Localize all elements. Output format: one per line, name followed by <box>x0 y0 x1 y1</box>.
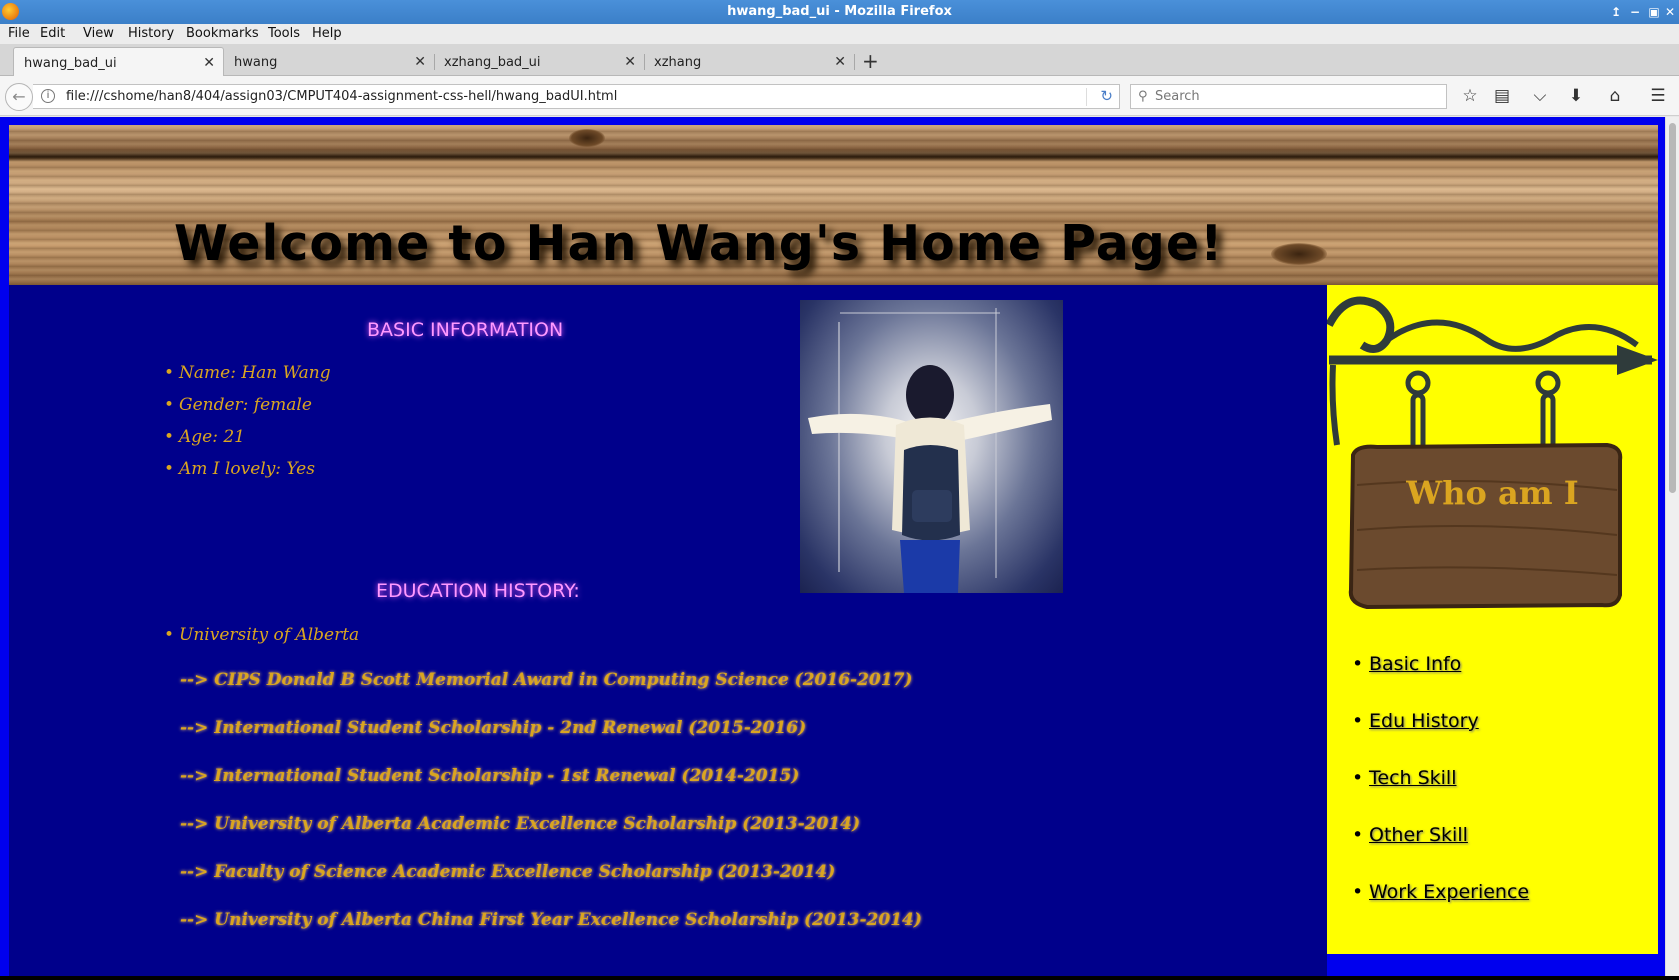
url-text[interactable]: file:///cshome/han8/404/assign03/CMPUT40… <box>66 89 617 104</box>
tab-label: xzhang <box>654 55 702 70</box>
sidebar-item-work-experience: Work Experience <box>1352 881 1529 938</box>
tab-bar: hwang_bad_ui ✕ hwang ✕ xzhang_bad_ui ✕ x… <box>0 44 1679 76</box>
award-item: --> University of Alberta China First Ye… <box>180 910 922 930</box>
close-tab-icon[interactable]: ✕ <box>414 54 426 70</box>
award-item: --> Faculty of Science Academic Excellen… <box>180 862 836 882</box>
menu-view[interactable]: View <box>83 26 114 41</box>
menu-icon[interactable]: ☰ <box>1647 86 1669 106</box>
download-icon[interactable]: ⬇ <box>1565 86 1587 106</box>
sidebar-item-tech-skill: Tech Skill <box>1352 767 1529 824</box>
tab-hwang[interactable]: hwang ✕ <box>224 47 434 76</box>
sidebar-item-basic-info: Basic Info <box>1352 653 1529 710</box>
minimize-icon[interactable]: − <box>1626 0 1644 24</box>
nav-bar: ← i file:///cshome/han8/404/assign03/CMP… <box>0 76 1679 116</box>
profile-photo <box>800 300 1063 593</box>
sidebar-nav: Basic Info Edu History Tech Skill Other … <box>1352 653 1529 938</box>
menu-history[interactable]: History <box>128 26 174 41</box>
new-tab-icon[interactable]: + <box>862 49 879 73</box>
status-strip <box>0 976 1679 980</box>
window-titlebar: hwang_bad_ui - Mozilla Firefox ↥ − ▣ ✕ <box>0 0 1679 24</box>
bookmark-star-icon[interactable]: ☆ <box>1459 86 1481 106</box>
search-input[interactable]: ⚲ Search <box>1130 84 1447 109</box>
menu-edit[interactable]: Edit <box>40 26 65 41</box>
window-title: hwang_bad_ui - Mozilla Firefox <box>727 4 952 19</box>
education-list: University of Alberta <box>164 625 359 657</box>
awards-list: --> CIPS Donald B Scott Memorial Award i… <box>180 670 922 958</box>
scrollbar-thumb[interactable] <box>1669 123 1676 493</box>
info-icon[interactable]: i <box>41 89 55 103</box>
link-tech-skill[interactable]: Tech Skill <box>1369 767 1457 789</box>
sidebar: Who am I Basic Info Edu History Tech Ski… <box>1327 285 1658 954</box>
list-item: Gender: female <box>164 395 331 427</box>
tab-xzhang-bad-ui[interactable]: xzhang_bad_ui ✕ <box>434 47 644 76</box>
page-viewport: Welcome to Han Wang's Home Page! BASIC I… <box>0 117 1679 980</box>
tab-label: hwang_bad_ui <box>24 56 117 71</box>
sidebar-item-edu-history: Edu History <box>1352 710 1529 767</box>
reading-list-icon[interactable]: ▤ <box>1491 86 1513 106</box>
url-bar[interactable]: i file:///cshome/han8/404/assign03/CMPUT… <box>33 84 1120 109</box>
vertical-scrollbar[interactable] <box>1665 117 1679 980</box>
main-content: BASIC INFORMATION Name: Han Wang Gender:… <box>9 285 1327 980</box>
back-icon[interactable]: ← <box>5 83 33 111</box>
close-tab-icon[interactable]: ✕ <box>203 55 215 71</box>
basic-info-list: Name: Han Wang Gender: female Age: 21 Am… <box>164 363 331 491</box>
link-other-skill[interactable]: Other Skill <box>1369 824 1468 846</box>
link-work-experience[interactable]: Work Experience <box>1369 881 1529 903</box>
hanging-sign-icon <box>1327 296 1658 610</box>
wood-knot <box>569 129 605 147</box>
award-item: --> International Student Scholarship - … <box>180 718 807 738</box>
menu-bookmarks[interactable]: Bookmarks <box>186 26 259 41</box>
wood-knot <box>1271 243 1327 265</box>
link-edu-history[interactable]: Edu History <box>1369 710 1479 732</box>
sidebar-item-other-skill: Other Skill <box>1352 824 1529 881</box>
close-tab-icon[interactable]: ✕ <box>624 54 636 70</box>
tab-separator <box>854 54 855 70</box>
menu-help[interactable]: Help <box>312 26 342 41</box>
award-item: --> International Student Scholarship - … <box>180 766 800 786</box>
search-placeholder: Search <box>1155 89 1200 104</box>
close-window-icon[interactable]: ✕ <box>1661 0 1679 24</box>
tab-xzhang[interactable]: xzhang ✕ <box>644 47 854 76</box>
list-item: Age: 21 <box>164 427 331 459</box>
close-tab-icon[interactable]: ✕ <box>834 54 846 70</box>
link-basic-info[interactable]: Basic Info <box>1369 653 1461 675</box>
sign-title: Who am I <box>1406 474 1579 512</box>
firefox-logo-icon <box>2 3 19 20</box>
url-separator <box>1086 88 1087 106</box>
list-item: Am I lovely: Yes <box>164 459 331 491</box>
list-item: Name: Han Wang <box>164 363 331 395</box>
award-item: --> CIPS Donald B Scott Memorial Award i… <box>180 670 913 690</box>
home-icon[interactable]: ⌂ <box>1604 86 1626 106</box>
search-icon: ⚲ <box>1138 89 1148 104</box>
page-header: Welcome to Han Wang's Home Page! <box>9 125 1658 285</box>
basic-info-title: BASIC INFORMATION <box>367 319 564 341</box>
menu-file[interactable]: File <box>8 26 30 41</box>
education-title: EDUCATION HISTORY: <box>376 580 580 602</box>
menu-bar: File Edit View History Bookmarks Tools H… <box>0 24 1679 44</box>
tab-label: hwang <box>234 55 278 70</box>
pocket-icon[interactable]: ⌵ <box>1529 86 1551 106</box>
tab-label: xzhang_bad_ui <box>444 55 541 70</box>
list-item: University of Alberta <box>164 625 359 657</box>
window-arrow-icon[interactable]: ↥ <box>1607 0 1625 24</box>
reload-icon[interactable]: ↻ <box>1100 87 1113 105</box>
page-title: Welcome to Han Wang's Home Page! <box>174 215 1224 272</box>
award-item: --> University of Alberta Academic Excel… <box>180 814 861 834</box>
tab-hwang-bad-ui[interactable]: hwang_bad_ui ✕ <box>13 47 224 76</box>
menu-tools[interactable]: Tools <box>268 26 300 41</box>
